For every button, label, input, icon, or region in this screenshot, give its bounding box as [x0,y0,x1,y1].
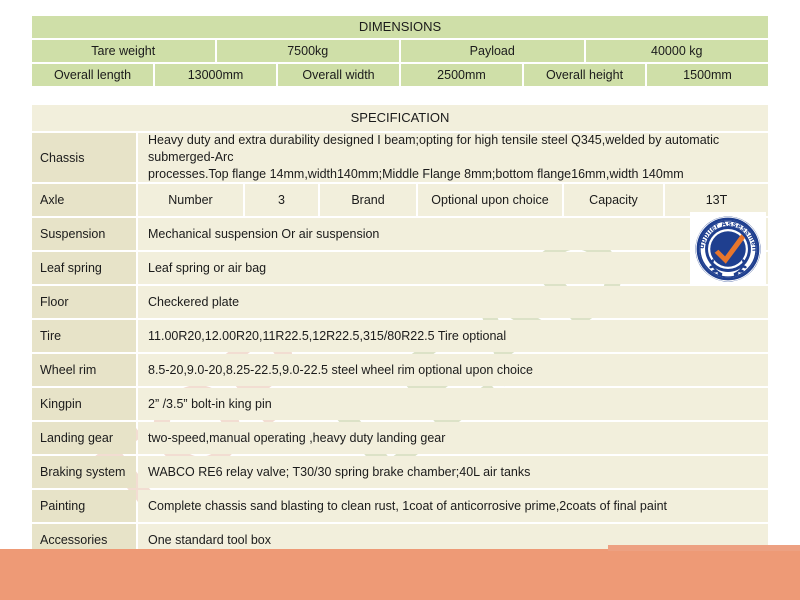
spec-label-chassis: Chassis [32,133,136,182]
spec-label-braking-system: Braking system [32,456,136,488]
axle-cell-group: Number 3 Brand Optional upon choice Capa… [138,184,768,216]
overall-length-label: Overall length [32,64,153,86]
bottom-bar-right-segment [608,545,800,551]
overall-length-value: 13000mm [155,64,276,86]
check-seal-icon: Supplier Assessment [688,205,761,282]
overall-height-value: 1500mm [647,64,768,86]
specification-title: SPECIFICATION [32,105,768,131]
table-row: Kingpin 2” /3.5” bolt-in king pin [32,388,768,420]
supplier-assessment-badge: Supplier Assessment [688,205,766,286]
table-row: Axle Number 3 Brand Optional upon choice… [32,184,768,216]
spec-value-chassis: Heavy duty and extra durability designed… [138,133,768,182]
bottom-bar [0,549,800,600]
table-row: Floor Checkered plate [32,286,768,318]
table-row: Suspension Mechanical suspension Or air … [32,218,768,250]
dimensions-row-sizes: Overall length 13000mm Overall width 250… [32,64,768,86]
spec-value-painting: Complete chassis sand blasting to clean … [138,490,768,522]
spec-value-leaf-spring: Leaf spring or air bag [138,252,768,284]
table-row: Painting Complete chassis sand blasting … [32,490,768,522]
table-row: Leaf spring Leaf spring or air bag [32,252,768,284]
spec-value-braking-system: WABCO RE6 relay valve; T30/30 spring bra… [138,456,768,488]
spec-label-painting: Painting [32,490,136,522]
axle-number-label: Number [138,184,243,216]
table-row: Chassis Heavy duty and extra durability … [32,133,768,182]
tare-weight-value: 7500kg [216,40,399,62]
specification-table: SPECIFICATION Chassis Heavy duty and ext… [32,105,768,558]
table-row: Wheel rim 8.5-20,9.0-20,8.25-22.5,9.0-22… [32,354,768,386]
overall-width-label: Overall width [278,64,399,86]
axle-brand-label: Brand [320,184,416,216]
table-row: Tire 11.00R20,12.00R20,11R22.5,12R22.5,3… [32,320,768,352]
spec-value-landing-gear: two-speed,manual operating ,heavy duty l… [138,422,768,454]
dimensions-row-weights: Tare weight 7500kg Payload 40000 kg [32,40,768,62]
payload-value: 40000 kg [585,40,768,62]
chassis-line-2: processes.Top flange 14mm,width140mm;Mid… [148,167,684,181]
chassis-line-1: Heavy duty and extra durability designed… [148,133,720,164]
spec-label-axle: Axle [32,184,136,216]
spec-label-suspension: Suspension [32,218,136,250]
tare-weight-label: Tare weight [32,40,215,62]
spec-value-tire: 11.00R20,12.00R20,11R22.5,12R22.5,315/80… [138,320,768,352]
table-row: Braking system WABCO RE6 relay valve; T3… [32,456,768,488]
spec-value-kingpin: 2” /3.5” bolt-in king pin [138,388,768,420]
spec-value-floor: Checkered plate [138,286,768,318]
spec-label-wheel-rim: Wheel rim [32,354,136,386]
payload-label: Payload [401,40,584,62]
spec-label-leaf-spring: Leaf spring [32,252,136,284]
overall-height-label: Overall height [524,64,645,86]
spec-value-wheel-rim: 8.5-20,9.0-20,8.25-22.5,9.0-22.5 steel w… [138,354,768,386]
axle-number-value: 3 [245,184,318,216]
axle-capacity-label: Capacity [564,184,663,216]
spec-value-suspension: Mechanical suspension Or air suspension [138,218,768,250]
spec-label-kingpin: Kingpin [32,388,136,420]
table-row: Landing gear two-speed,manual operating … [32,422,768,454]
dimensions-table: DIMENSIONS Tare weight 7500kg Payload 40… [32,16,768,88]
dimensions-title-row: DIMENSIONS [32,16,768,38]
dimensions-title: DIMENSIONS [32,16,768,38]
overall-width-value: 2500mm [401,64,522,86]
spec-label-landing-gear: Landing gear [32,422,136,454]
spec-label-tire: Tire [32,320,136,352]
spec-label-floor: Floor [32,286,136,318]
axle-brand-value: Optional upon choice [418,184,562,216]
